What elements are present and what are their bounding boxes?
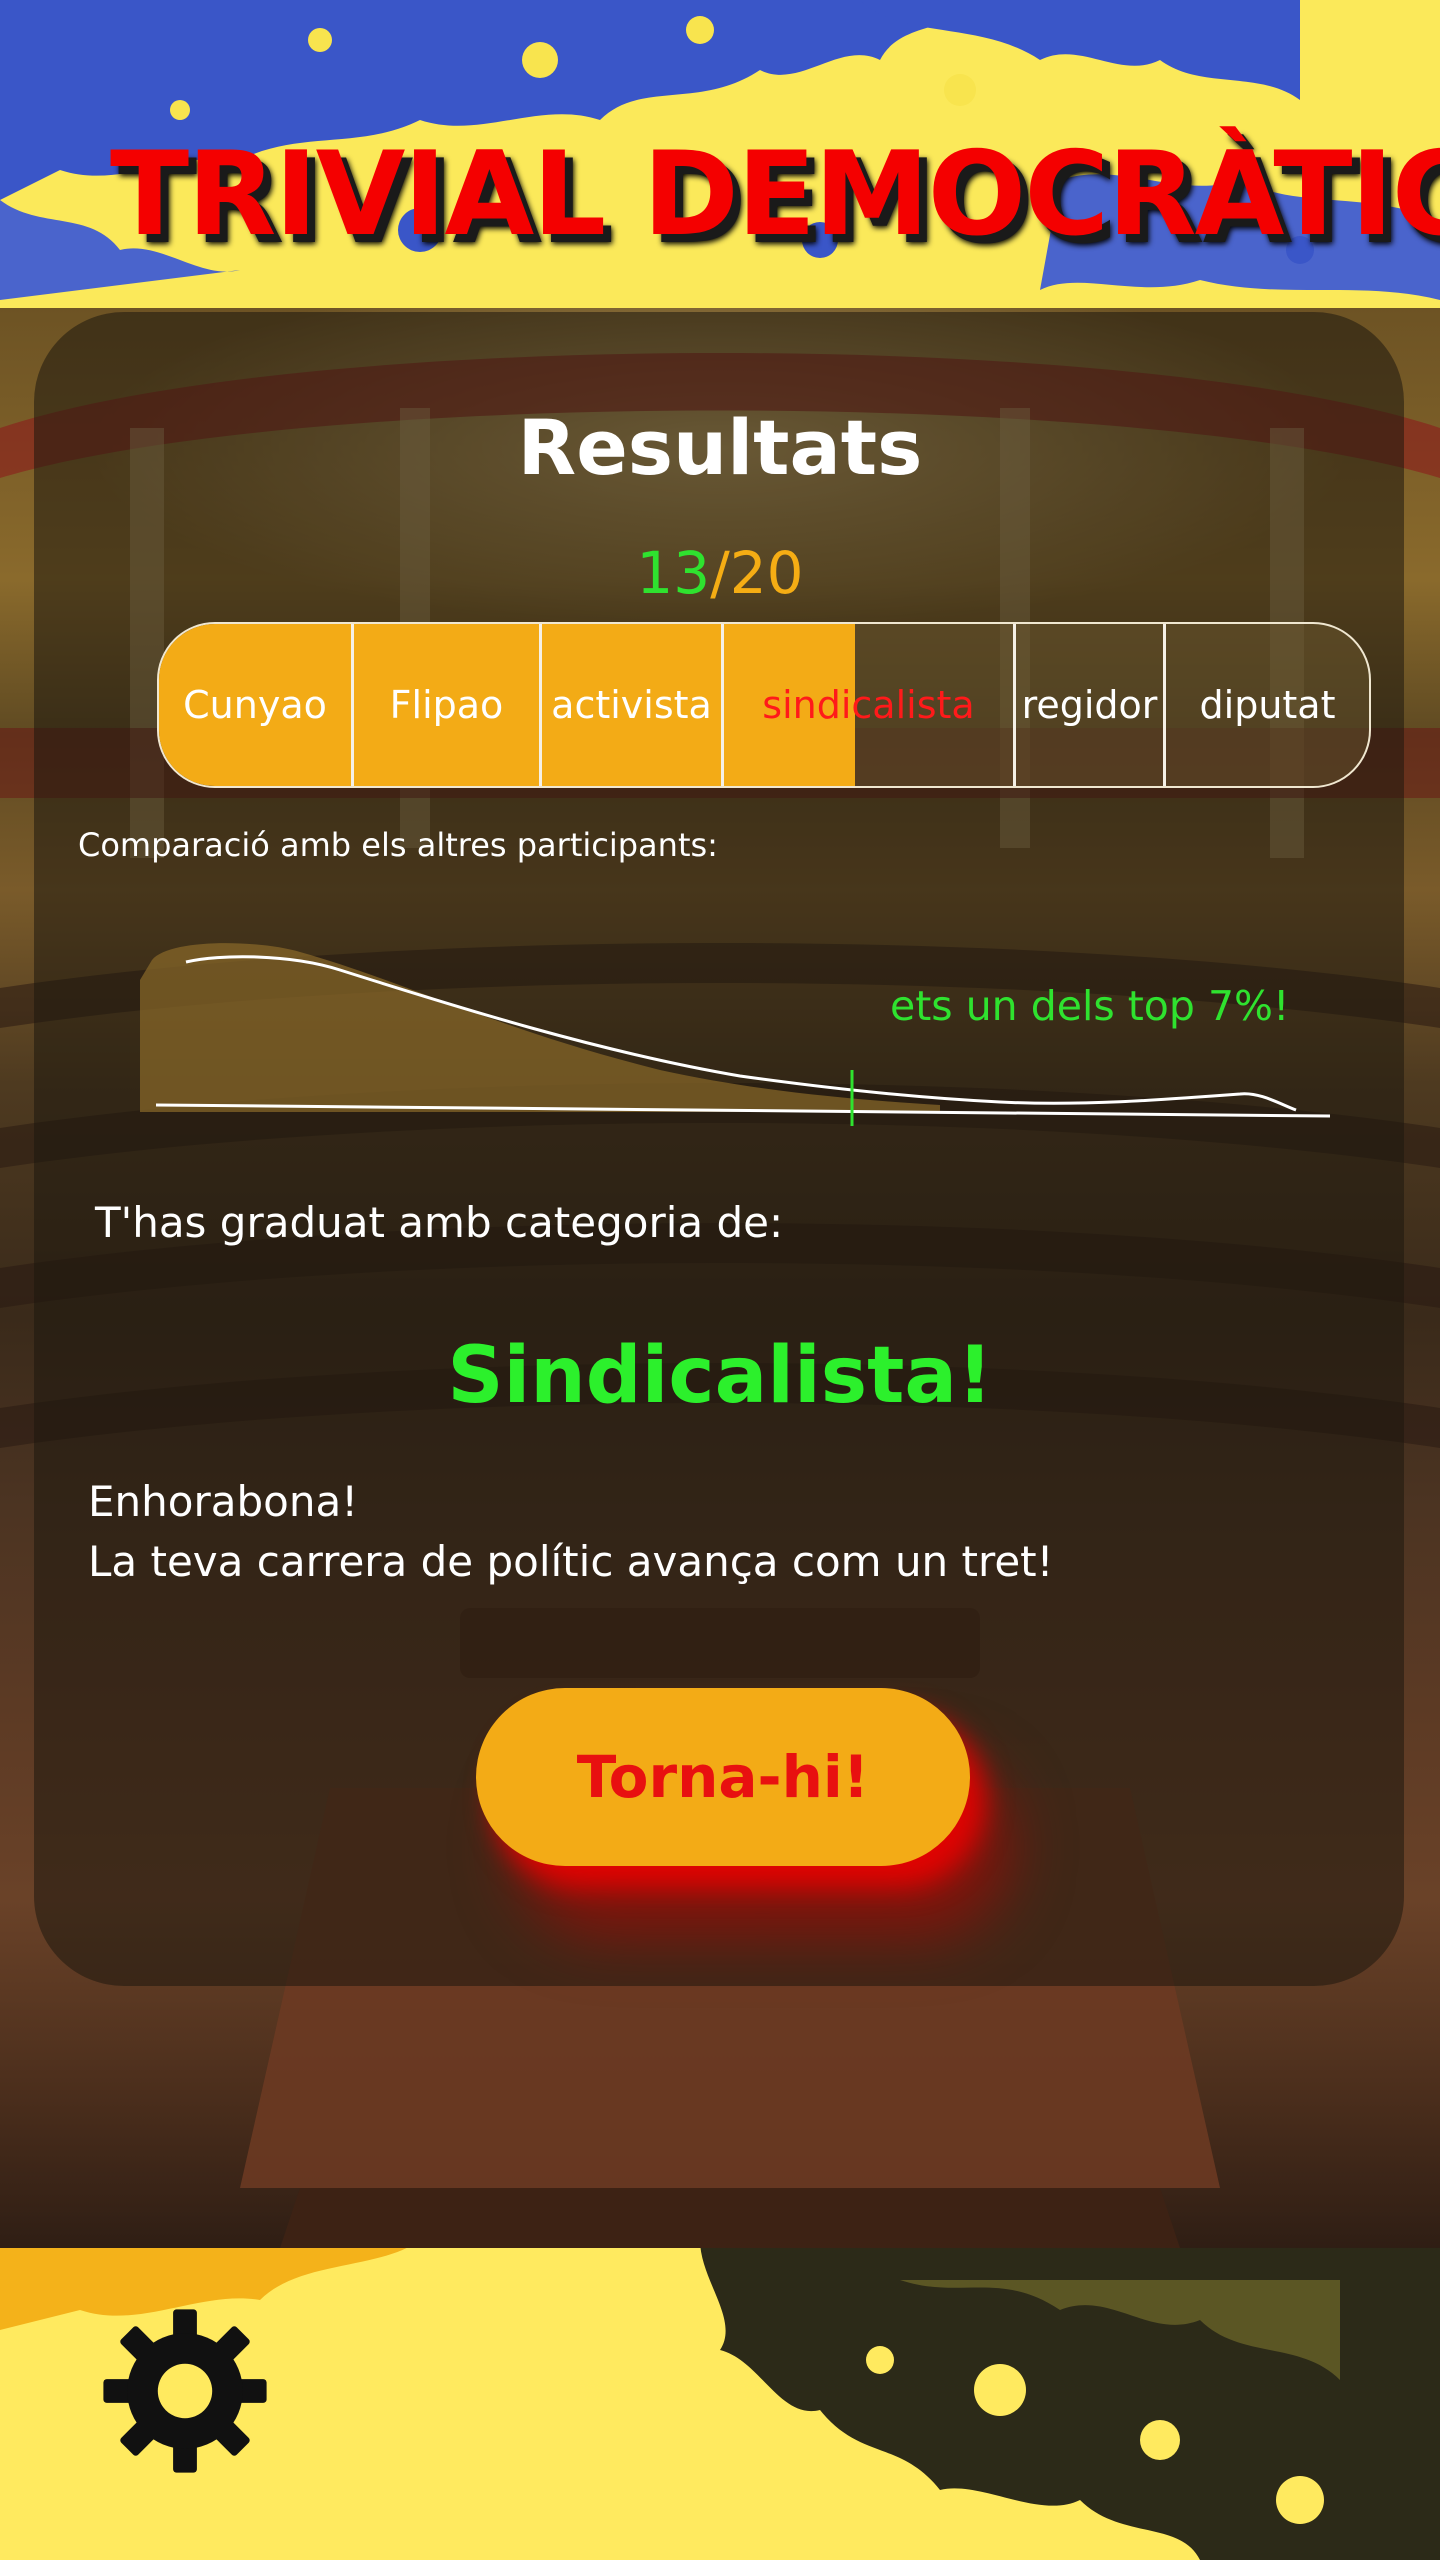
retry-button[interactable]: Torna-hi! bbox=[476, 1688, 970, 1866]
score-separator: / bbox=[710, 539, 730, 607]
comparison-label: Comparació amb els altres participants: bbox=[78, 826, 718, 864]
app-title: TRIVIAL DEMOCRÀTIC bbox=[110, 127, 1440, 262]
rank-flipao: Flipao bbox=[389, 683, 504, 727]
graduated-label: T'has graduat amb categoria de: bbox=[95, 1198, 784, 1247]
category-result: Sindicalista! bbox=[447, 1331, 993, 1421]
congrats-message: Enhorabona! La teva carrera de polític a… bbox=[88, 1472, 1054, 1592]
score: 13/20 bbox=[0, 538, 1440, 608]
score-distribution-chart bbox=[140, 943, 1331, 1126]
results-heading: Resultats bbox=[517, 403, 923, 492]
rank-sindicalista: sindicalista bbox=[762, 683, 975, 727]
congrats-line-2: La teva carrera de polític avança com un… bbox=[88, 1537, 1054, 1586]
rank-regidor: regidor bbox=[1021, 683, 1158, 727]
top-percent-label: ets un dels top 7%! bbox=[890, 982, 1290, 1030]
score-correct: 13 bbox=[636, 539, 711, 607]
congrats-line-1: Enhorabona! bbox=[88, 1477, 359, 1526]
gear-icon[interactable] bbox=[100, 2306, 270, 2476]
rank-activista: activista bbox=[551, 683, 712, 727]
rank-cunyao: Cunyao bbox=[183, 683, 327, 727]
score-total: 20 bbox=[729, 539, 804, 607]
rank-diputat: diputat bbox=[1199, 683, 1336, 727]
rank-progress-bar: Cunyao Flipao activista sindicalista reg… bbox=[157, 622, 1371, 788]
